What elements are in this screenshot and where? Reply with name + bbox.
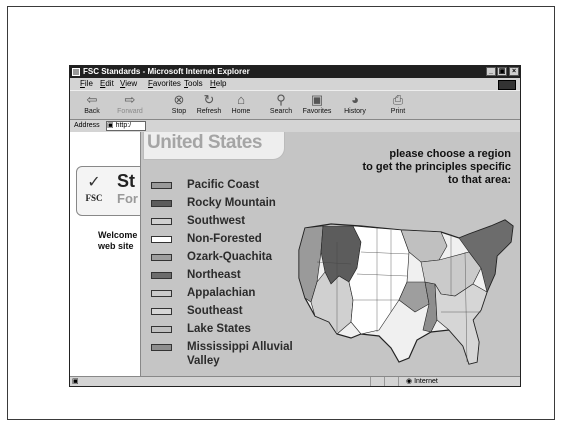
- instruction-line: to that area:: [448, 174, 511, 186]
- search-icon: ⚲: [276, 92, 286, 107]
- region-label: Ozark-Quachita: [187, 251, 272, 263]
- instruction-line: to get the principles specific: [362, 161, 511, 173]
- page-content: ✓ FSC St For Welcome web site United Sta…: [70, 132, 520, 376]
- popup-title-tab: United States: [143, 132, 285, 160]
- menu-tools[interactable]: Tools: [184, 78, 203, 90]
- region-swatch: [151, 218, 172, 225]
- fsc-logo-text: FSC: [85, 193, 103, 203]
- forward-arrow-icon: ⇨: [124, 92, 136, 107]
- region-label: Pacific Coast: [187, 179, 260, 191]
- menu-favorites[interactable]: Favorites: [148, 78, 181, 90]
- menu-help[interactable]: Help: [210, 78, 226, 90]
- region-label: Non-Forested: [187, 233, 262, 245]
- status-divider: [384, 377, 385, 386]
- back-button[interactable]: ⇦ Back: [78, 92, 106, 120]
- page-icon: ▣: [107, 122, 114, 129]
- history-button[interactable]: ◕ History: [338, 92, 372, 120]
- refresh-button[interactable]: ↻ Refresh: [194, 92, 224, 120]
- refresh-icon: ↻: [203, 92, 215, 107]
- minimize-button[interactable]: _: [486, 67, 496, 76]
- region-selector-popup: United States please choose a region to …: [140, 132, 520, 376]
- favorites-button[interactable]: ▣ Favorites: [298, 92, 336, 120]
- welcome-text: Welcome web site: [98, 230, 138, 251]
- region-swatch: [151, 254, 172, 261]
- region-swatch: [151, 290, 172, 297]
- instruction-text: please choose a region to get the princi…: [281, 148, 511, 187]
- region-swatch: [151, 344, 172, 351]
- status-divider: [398, 377, 399, 386]
- address-label: Address: [74, 122, 100, 129]
- stop-button[interactable]: ⊗ Stop: [166, 92, 192, 120]
- region-southeast: [434, 283, 488, 365]
- stop-icon: ⊗: [173, 92, 185, 107]
- menu-bar: File Edit View Favorites Tools Help: [70, 78, 520, 90]
- region-item-mississippi-alluvial-valley[interactable]: Mississippi Alluvial Valley: [151, 340, 301, 367]
- internet-zone: ◉ Internet: [406, 377, 438, 386]
- fsc-logo[interactable]: ✓ FSC: [81, 173, 107, 209]
- region-label: Rocky Mountain: [187, 197, 276, 209]
- fsc-tree-icon: ✓: [87, 174, 101, 191]
- history-icon: ◕: [351, 92, 359, 107]
- menu-edit[interactable]: Edit: [100, 78, 114, 90]
- toolbar: ⇦ Back ⇨ Forward ⊗ Stop ↻ Refresh ⌂ Home…: [70, 90, 520, 120]
- region-swatch: [151, 308, 172, 315]
- fsc-title-fragment: St: [117, 171, 135, 191]
- status-bar: ▣ ◉ Internet: [70, 376, 520, 386]
- zone-label: Internet: [414, 378, 438, 385]
- page-status-icon: ▣: [72, 378, 79, 385]
- address-bar: Address ▣ http:/: [70, 120, 520, 132]
- region-label: Appalachian: [187, 287, 256, 299]
- back-arrow-icon: ⇦: [86, 92, 98, 107]
- slide-frame: FSC Standards - Microsoft Internet Explo…: [7, 6, 555, 420]
- ie-app-icon[interactable]: [72, 68, 80, 76]
- region-swatch: [151, 272, 172, 279]
- menu-file[interactable]: File: [80, 78, 93, 90]
- home-button[interactable]: ⌂ Home: [228, 92, 254, 120]
- address-input[interactable]: ▣ http:/: [106, 121, 146, 131]
- forward-button[interactable]: ⇨ Forward: [114, 92, 146, 120]
- search-button[interactable]: ⚲ Search: [266, 92, 296, 120]
- region-swatch: [151, 236, 172, 243]
- region-label: Southeast: [187, 305, 243, 317]
- region-label: Northeast: [187, 269, 241, 281]
- menu-view[interactable]: View: [120, 78, 137, 90]
- us-regions-map[interactable]: [291, 212, 519, 376]
- region-swatch: [151, 182, 172, 189]
- region-swatch: [151, 200, 172, 207]
- title-bar[interactable]: FSC Standards - Microsoft Internet Explo…: [70, 66, 520, 78]
- region-swatch: [151, 326, 172, 333]
- close-button[interactable]: ×: [509, 67, 519, 76]
- globe-icon: ◉: [406, 378, 413, 385]
- address-value: http:/: [115, 122, 132, 129]
- region-label: Southwest: [187, 215, 246, 227]
- favorites-folder-icon: ▣: [310, 92, 324, 107]
- region-label: Lake States: [187, 323, 251, 335]
- print-button[interactable]: ⎙ Print: [386, 92, 410, 120]
- maximize-button[interactable]: ▣: [497, 67, 507, 76]
- window-title: FSC Standards - Microsoft Internet Explo…: [83, 67, 250, 76]
- home-icon: ⌂: [237, 92, 245, 107]
- popup-title: United States: [147, 132, 262, 153]
- status-divider: [370, 377, 371, 386]
- ie-throbber-logo: [498, 80, 516, 90]
- fsc-subtitle-fragment: For: [117, 191, 138, 206]
- browser-window: FSC Standards - Microsoft Internet Explo…: [69, 65, 521, 387]
- instruction-line: please choose a region: [389, 148, 511, 160]
- printer-icon: ⎙: [392, 92, 404, 107]
